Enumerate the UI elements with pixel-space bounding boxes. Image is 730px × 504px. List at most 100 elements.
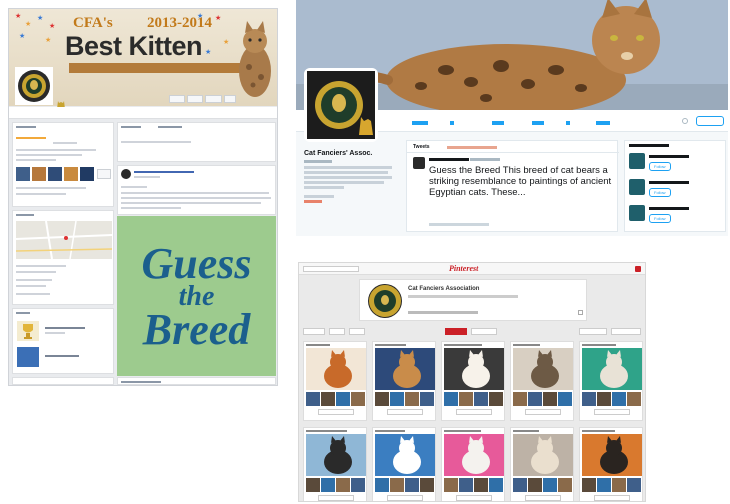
page-profile-picture[interactable]: [15, 67, 53, 105]
board-card[interactable]: [303, 341, 367, 421]
tab-secondary[interactable]: [471, 328, 497, 335]
board-thumbnail[interactable]: [351, 478, 365, 492]
edit-icon[interactable]: [578, 310, 583, 315]
board-cover-image[interactable]: [513, 434, 573, 476]
follow-board-button[interactable]: [594, 495, 630, 501]
pinterest-logo[interactable]: Pinterest: [449, 264, 478, 273]
board-thumbnail[interactable]: [528, 478, 542, 492]
followers-count[interactable]: [492, 115, 504, 125]
board-thumbnail[interactable]: [351, 392, 365, 406]
board-cover-image[interactable]: [375, 434, 435, 476]
follow-board-button[interactable]: [318, 495, 354, 501]
tab-active[interactable]: [445, 328, 467, 335]
follow-button[interactable]: Follow: [649, 214, 671, 223]
tweets-count[interactable]: [412, 115, 428, 125]
board-thumbnail[interactable]: [459, 478, 473, 492]
more-photos-button[interactable]: [97, 169, 111, 179]
board-thumbnail[interactable]: [390, 392, 404, 406]
board-thumbnail[interactable]: [582, 478, 596, 492]
board-card[interactable]: [579, 341, 643, 421]
profile-avatar[interactable]: [368, 284, 402, 318]
board-thumbnail[interactable]: [474, 392, 488, 406]
board-cover-image[interactable]: [582, 348, 642, 390]
board-thumbnail[interactable]: [513, 392, 527, 406]
board-cover-image[interactable]: [306, 434, 366, 476]
follow-board-button[interactable]: [525, 409, 561, 415]
board-thumbnail[interactable]: [528, 392, 542, 406]
photo-thumbnail[interactable]: [32, 167, 46, 181]
photo-thumbnail[interactable]: [80, 167, 94, 181]
follow-board-button[interactable]: [387, 495, 423, 501]
board-thumbnail[interactable]: [597, 392, 611, 406]
tab-tweets[interactable]: Tweets: [413, 144, 430, 150]
board-thumbnail[interactable]: [558, 478, 572, 492]
location-map[interactable]: [16, 221, 112, 259]
board-thumbnail[interactable]: [306, 478, 320, 492]
board-cover-image[interactable]: [444, 348, 504, 390]
favorites-count[interactable]: [532, 115, 544, 125]
board-thumbnail[interactable]: [474, 478, 488, 492]
board-thumbnail[interactable]: [627, 392, 641, 406]
board-thumbnail[interactable]: [597, 478, 611, 492]
board-thumbnail[interactable]: [405, 392, 419, 406]
board-card[interactable]: [510, 341, 574, 421]
photo-thumbnail[interactable]: [64, 167, 78, 181]
follow-board-button[interactable]: [525, 495, 561, 501]
board-thumbnail[interactable]: [444, 392, 458, 406]
board-thumbnail[interactable]: [405, 478, 419, 492]
board-thumbnail[interactable]: [543, 392, 557, 406]
board-thumbnail[interactable]: [420, 392, 434, 406]
tweet-actions[interactable]: [429, 223, 489, 226]
notification-icon[interactable]: [635, 266, 641, 272]
follow-board-button[interactable]: [387, 409, 423, 415]
board-cover-image[interactable]: [306, 348, 366, 390]
follow-board-button[interactable]: [318, 409, 354, 415]
gear-icon[interactable]: [682, 118, 688, 124]
board-card[interactable]: [372, 341, 436, 421]
app-thumbnail[interactable]: [17, 347, 39, 367]
lists-count[interactable]: [566, 115, 570, 125]
board-thumbnail[interactable]: [459, 392, 473, 406]
board-card[interactable]: [441, 341, 505, 421]
like-button[interactable]: [169, 95, 185, 103]
board-thumbnail[interactable]: [336, 478, 350, 492]
follow-button[interactable]: Follow: [649, 162, 671, 171]
board-thumbnail[interactable]: [375, 392, 389, 406]
more-menu[interactable]: [596, 115, 610, 125]
board-cover-image[interactable]: [375, 348, 435, 390]
trophy-icon[interactable]: [17, 321, 39, 341]
twitter-avatar[interactable]: [304, 68, 378, 142]
board-cover-image[interactable]: [513, 348, 573, 390]
follow-board-button[interactable]: [594, 409, 630, 415]
tab-tweets-replies[interactable]: [447, 146, 497, 149]
board-thumbnail[interactable]: [321, 478, 335, 492]
board-card[interactable]: [303, 427, 367, 501]
follow-button[interactable]: [186, 95, 204, 103]
board-cover-image[interactable]: [444, 434, 504, 476]
board-thumbnail[interactable]: [627, 478, 641, 492]
board-thumbnail[interactable]: [444, 478, 458, 492]
search-input[interactable]: [303, 266, 359, 272]
tab-boards[interactable]: [303, 328, 325, 335]
follow-button[interactable]: [696, 116, 724, 126]
board-thumbnail[interactable]: [558, 392, 572, 406]
follow-board-button[interactable]: [456, 495, 492, 501]
followers-button[interactable]: [579, 328, 607, 335]
tab-pins[interactable]: [329, 328, 345, 335]
following-button[interactable]: [611, 328, 641, 335]
board-thumbnail[interactable]: [582, 392, 596, 406]
board-thumbnail[interactable]: [513, 478, 527, 492]
photo-thumbnail[interactable]: [48, 167, 62, 181]
more-button[interactable]: [223, 95, 237, 103]
tab-likes[interactable]: [349, 328, 365, 335]
board-card[interactable]: [372, 427, 436, 501]
board-thumbnail[interactable]: [375, 478, 389, 492]
board-thumbnail[interactable]: [612, 392, 626, 406]
board-thumbnail[interactable]: [306, 392, 320, 406]
board-thumbnail[interactable]: [321, 392, 335, 406]
message-button[interactable]: [205, 95, 222, 103]
board-card[interactable]: [579, 427, 643, 501]
board-thumbnail[interactable]: [390, 478, 404, 492]
following-count[interactable]: [450, 115, 454, 125]
board-thumbnail[interactable]: [489, 478, 503, 492]
